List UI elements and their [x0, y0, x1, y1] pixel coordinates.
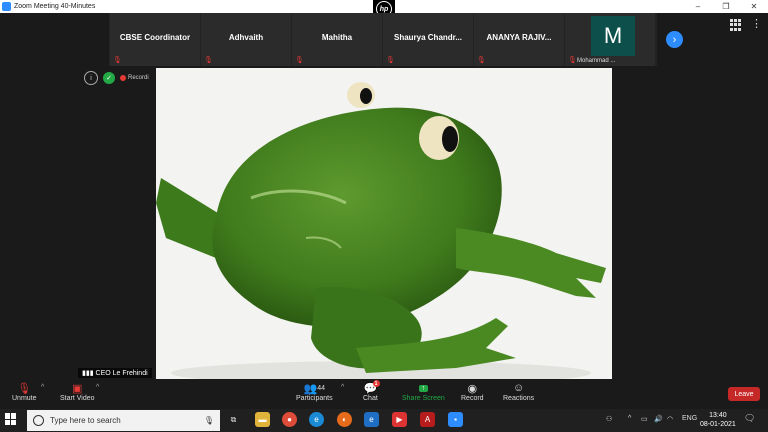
pdf-reader-icon[interactable]: A [420, 412, 435, 427]
window-title: Zoom Meeting 40-Minutes [14, 3, 96, 10]
muted-mic-icon: 🎙 [295, 57, 304, 64]
share-screen-label: Share Screen [402, 395, 445, 402]
language-indicator[interactable]: ENG [682, 415, 697, 422]
chrome-icon[interactable]: ● [282, 412, 297, 427]
chat-label: Chat [363, 395, 378, 402]
people-icon[interactable]: ⚇ [606, 415, 612, 423]
active-speaker-label: ▮▮▮ CEO Le Frehindi [78, 368, 152, 378]
search-placeholder: Type here to search [50, 416, 121, 425]
firefox-icon[interactable]: ◐ [337, 412, 352, 427]
audio-options-caret-icon[interactable]: ^ [41, 384, 44, 391]
participants-label: Participants [296, 395, 333, 402]
file-explorer-icon[interactable]: ▬ [255, 412, 270, 427]
record-button[interactable]: ◉ Record [461, 381, 484, 403]
record-label: Record [461, 395, 484, 402]
chat-icon: 💬 1 [364, 380, 380, 395]
zoom-app-icon [2, 2, 11, 11]
participant-name: Adhvaith [228, 33, 264, 42]
start-video-button[interactable]: ▣ Start Video [60, 381, 95, 403]
volume-icon[interactable]: 🔊 [654, 415, 663, 423]
participant-name: ANANYA RAJIV... [486, 33, 552, 42]
participant-tile[interactable]: Mahitha 🎙 [292, 13, 382, 66]
close-button[interactable]: ✕ [740, 0, 768, 13]
leave-button[interactable]: Leave [728, 387, 760, 401]
internet-explorer-icon[interactable]: e [364, 412, 379, 427]
speaker-name: CEO Le Frehindi [95, 370, 148, 377]
reactions-icon: ☺ [512, 382, 525, 394]
recording-label: Recordi [128, 75, 149, 81]
show-hidden-icons-caret[interactable]: ^ [628, 415, 631, 422]
taskbar-search-box[interactable]: Type here to search 🎙 [27, 410, 220, 431]
edge-icon[interactable]: e [309, 412, 324, 427]
notifications-icon[interactable]: 🗨 [744, 413, 755, 424]
more-options-icon[interactable]: ⋮ [751, 17, 762, 30]
participant-tile[interactable]: Shaurya Chandr... 🎙 [383, 13, 473, 66]
reactions-label: Reactions [503, 395, 535, 402]
recording-indicator: Recordi [120, 75, 149, 81]
video-options-caret-icon[interactable]: ^ [96, 384, 99, 391]
participants-count: 44 [317, 384, 326, 392]
meeting-toolbar [0, 380, 768, 409]
muted-mic-icon: 🎙 [17, 382, 32, 395]
start-video-label: Start Video [60, 395, 95, 402]
task-view-icon[interactable]: ⧉ [226, 412, 241, 427]
windows-start-icon[interactable] [5, 413, 17, 425]
record-icon: ◉ [467, 382, 478, 395]
restore-button[interactable]: ❐ [712, 0, 740, 13]
participants-button[interactable]: 👥 44 Participants [296, 381, 333, 403]
muted-mic-icon: 🎙 [386, 57, 395, 64]
reactions-button[interactable]: ☺ Reactions [503, 381, 534, 402]
participant-tile[interactable]: Adhvaith 🎙 [201, 13, 291, 66]
next-page-button[interactable]: › [666, 31, 683, 48]
unmute-button[interactable]: 🎙 Unmute [12, 381, 37, 403]
muted-mic-icon: 🎙 [477, 57, 486, 64]
share-screen-button[interactable]: ↑ Share Screen [402, 381, 445, 402]
muted-mic-icon: 🎙 [568, 57, 577, 64]
media-player-icon[interactable]: ▶ [392, 412, 407, 427]
shared-screen-view [156, 68, 612, 379]
muted-mic-icon: 🎙 [113, 57, 122, 64]
minimize-button[interactable]: – [684, 0, 712, 13]
participant-name: CBSE Coordinator [119, 33, 191, 42]
unmute-label: Unmute [12, 395, 37, 402]
clock-date: 08-01-2021 [700, 421, 736, 428]
meeting-info-bar: i ✓ Recordi [84, 71, 149, 85]
zoom-taskbar-icon[interactable]: ▪ [448, 412, 463, 427]
gallery-view-icon[interactable] [730, 19, 742, 31]
participants-options-caret-icon[interactable]: ^ [341, 384, 344, 391]
muted-mic-icon: 🎙 [204, 57, 213, 64]
video-off-icon: ▣ [72, 382, 83, 395]
security-shield-icon[interactable]: ✓ [103, 72, 115, 84]
participant-name: Mahitha [321, 33, 353, 42]
participant-tile[interactable]: ANANYA RAJIV... 🎙 [474, 13, 564, 66]
taskbar-clock[interactable]: 13:40 08-01-2021 [700, 411, 736, 429]
search-icon [33, 415, 44, 426]
chat-button[interactable]: 💬 1 Chat [363, 380, 380, 402]
battery-icon[interactable]: ▭ [641, 415, 648, 423]
participant-avatar: M [591, 16, 635, 56]
record-dot-icon [120, 75, 126, 81]
frog-image [156, 82, 606, 379]
participants-icon: 👥 44 [303, 382, 326, 395]
info-icon[interactable]: i [84, 71, 98, 85]
share-screen-icon: ↑ [418, 381, 429, 395]
window-controls: – ❐ ✕ [684, 0, 768, 13]
participant-name: Shaurya Chandr... [393, 33, 463, 42]
clock-time: 13:40 [709, 412, 727, 419]
participant-tile[interactable]: CBSE Coordinator 🎙 [110, 13, 200, 66]
wifi-icon[interactable]: ◠ [667, 415, 673, 423]
participant-name: Mohammad ... [577, 58, 616, 64]
voice-search-icon[interactable]: 🎙 [204, 416, 214, 425]
chat-badge: 1 [372, 380, 380, 387]
